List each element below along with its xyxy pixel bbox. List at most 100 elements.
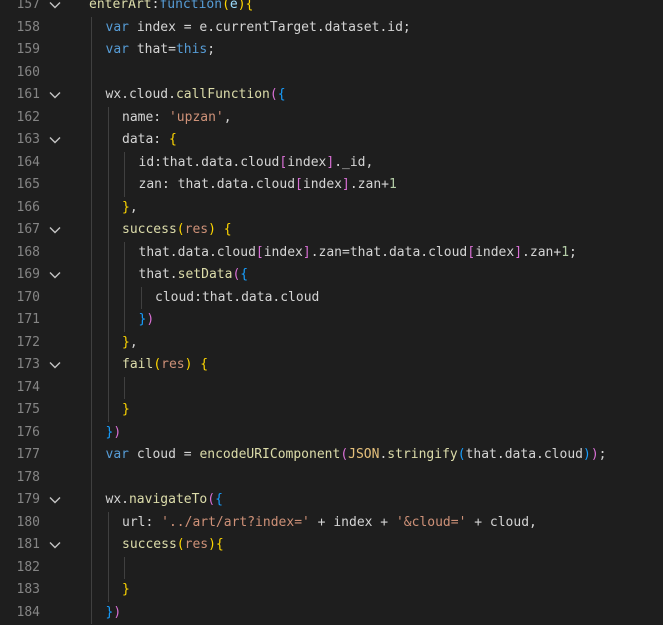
code-token: { — [168, 132, 177, 147]
code-line[interactable]: 169 that.setData({ — [0, 264, 663, 287]
line-number: 157 — [16, 0, 40, 12]
code-line[interactable]: 167 success(res) { — [0, 219, 663, 242]
indent-guide — [91, 354, 92, 377]
indent-guide — [91, 84, 92, 107]
indent-guide — [91, 286, 92, 309]
line-number: 180 — [16, 514, 40, 530]
indent-guide — [91, 376, 92, 399]
code-token: ] — [514, 244, 523, 260]
code-line[interactable]: 176}) — [0, 421, 663, 445]
code-line[interactable]: 173 fail(res) { — [0, 354, 663, 377]
code-line[interactable]: 162 name: 'upzan', — [0, 106, 663, 130]
chevron-down-icon[interactable] — [48, 0, 62, 17]
code-token: function — [159, 0, 223, 12]
code-token: , — [129, 199, 138, 215]
code-line[interactable]: 166}, — [0, 196, 663, 219]
indent-guide — [140, 286, 142, 309]
code-line[interactable]: 168 that.data.cloud[index].zan=that.data.… — [0, 241, 663, 264]
code-line[interactable]: 163 data: { — [0, 129, 663, 152]
chevron-down-icon[interactable] — [48, 84, 62, 107]
line-number: 161 — [16, 87, 40, 102]
indent-guide — [91, 174, 92, 197]
code-token: , — [223, 109, 232, 125]
code-text: var cloud = encodeURIComponent(JSON.stri… — [106, 444, 607, 467]
code-token: wx.cloud. — [105, 87, 176, 102]
code-line[interactable]: 179 wx.navigateTo({ — [0, 489, 663, 512]
code-editor[interactable]: 157 enterArt:function(e){158 var index = e… — [0, 0, 663, 625]
code-text: wx.navigateTo({ — [106, 489, 223, 512]
code-text: }) — [106, 422, 122, 445]
chevron-down-icon[interactable] — [48, 534, 62, 557]
chevron-down-icon[interactable] — [48, 264, 62, 287]
indent-guide — [107, 354, 109, 377]
line-number: 164 — [16, 154, 40, 170]
indent-guide — [91, 444, 92, 467]
line-number: 169 — [16, 267, 40, 282]
code-line[interactable]: 171}) — [0, 309, 663, 332]
indent-guide — [91, 219, 92, 242]
code-text: cloud:that.data.cloud — [155, 287, 319, 310]
indent-guide — [91, 331, 92, 354]
line-number: 178 — [16, 469, 40, 485]
code-line[interactable]: 158 var index = e.currentTarget.dataset.i… — [0, 16, 663, 39]
code-line[interactable]: 174 — [0, 376, 663, 399]
indent-guide — [91, 106, 92, 129]
code-line[interactable]: 161 wx.cloud.callFunction({ — [0, 84, 663, 107]
code-line[interactable]: 170 cloud:that.data.cloud — [0, 286, 663, 310]
code-line[interactable]: 181 success(res){ — [0, 534, 663, 557]
code-line[interactable]: 183} — [0, 579, 663, 602]
code-line[interactable]: 157 enterArt:function(e){ — [0, 0, 663, 17]
indent-guide — [91, 601, 92, 624]
code-token: ; — [569, 244, 577, 260]
chevron-down-icon[interactable] — [48, 129, 62, 152]
code-text: }) — [139, 309, 155, 332]
indent-guide — [91, 61, 92, 84]
code-token: { — [277, 87, 286, 102]
code-token: .zan+ — [522, 244, 562, 260]
code-token: [ — [295, 177, 303, 192]
code-line[interactable]: 184}) — [0, 601, 663, 624]
line-number: 174 — [16, 379, 40, 395]
code-token: + cloud, — [466, 514, 537, 530]
code-token: cloud = — [136, 447, 200, 462]
code-token: navigateTo — [128, 492, 208, 507]
code-line[interactable]: 159 var that=this; — [0, 39, 663, 62]
chevron-down-icon[interactable] — [48, 354, 62, 377]
code-token: ] — [326, 154, 335, 170]
line-number: 175 — [16, 402, 40, 417]
chevron-down-icon[interactable] — [48, 219, 62, 242]
code-line[interactable]: 177 var cloud = encodeURIComponent(JSON.s… — [0, 444, 663, 467]
code-line[interactable]: 160 — [0, 61, 663, 84]
code-token: '&cloud=' — [395, 514, 467, 530]
chevron-down-icon[interactable] — [48, 489, 62, 512]
indent-guide — [107, 129, 109, 152]
code-token: success — [122, 222, 177, 237]
indent-guide — [107, 196, 109, 219]
code-text: success(res){ — [122, 534, 224, 557]
code-token: callFunction — [175, 87, 270, 102]
code-token: '../art/art?index=' — [161, 514, 310, 530]
code-text: success(res) { — [122, 219, 232, 242]
code-line[interactable]: 182 — [0, 556, 663, 579]
code-token: ( — [269, 87, 278, 102]
code-line[interactable]: 180 url: '../art/art?index=' + index + '&… — [0, 511, 663, 534]
code-token: wx. — [105, 492, 129, 507]
code-token: } — [122, 582, 130, 597]
indent-guide — [91, 579, 92, 602]
code-line[interactable]: 164 id:that.data.cloud[index]._id, — [0, 151, 663, 174]
code-line[interactable]: 165 zan: that.data.cloud[index].zan+1 — [0, 174, 663, 197]
code-token: [ — [255, 244, 264, 260]
code-token: setData — [177, 267, 233, 282]
code-line[interactable]: 178 — [0, 466, 663, 489]
code-token: zan: that.data.cloud — [138, 177, 296, 192]
code-token: } — [122, 199, 130, 215]
code-line[interactable]: 172}, — [0, 331, 663, 354]
code-token: res — [184, 537, 209, 552]
line-number: 177 — [16, 447, 40, 462]
code-line[interactable]: 175} — [0, 399, 663, 422]
code-token: that. — [138, 267, 178, 282]
indent-guide — [91, 399, 92, 422]
line-number: 168 — [16, 244, 40, 260]
line-number: 167 — [16, 222, 40, 237]
code-text: name: 'upzan', — [122, 107, 232, 130]
